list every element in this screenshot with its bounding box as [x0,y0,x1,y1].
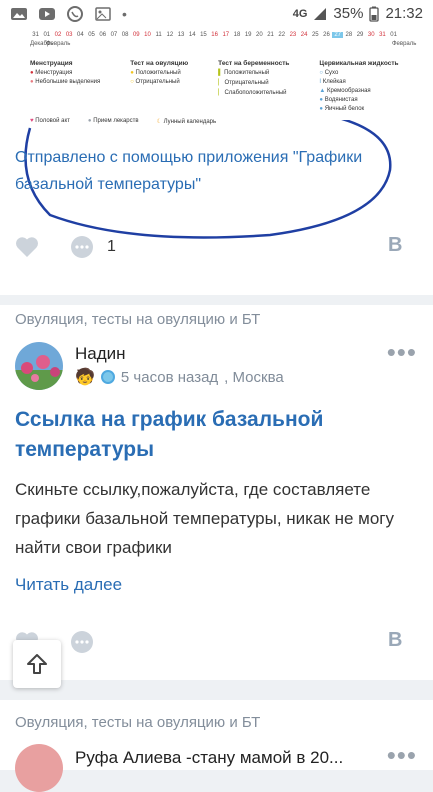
chart-image: 31 01 02 03 04 05 06 07 08 09 10 11 12 13 14 15 16 17 18 19… [0,30,433,130]
calendar-day: 23 [289,32,297,38]
calendar-day: 01 [390,32,397,38]
calendar-row: 31 01 02 03 04 05 06 07 08 09 10 11 12 13 14 15 16 17 18 19… [30,32,399,38]
calendar-day: 30 [367,32,375,38]
circle-outline-icon: ○ [130,79,134,85]
calendar-day: 11 [155,32,162,38]
legend-menstruation: Менструация ● Менструация ● Небольшие вы… [30,60,101,85]
calendar-day: 26 [323,32,330,38]
calendar-day: 09 [132,32,140,38]
calendar-day: 29 [356,32,364,38]
post-meta: 🧒 5 часов назад , Москва [75,367,284,387]
egg-white-icon: ● [319,106,324,112]
bar-icon: ▏ [218,90,223,96]
calendar-day: 18 [233,32,241,38]
gallery-icon [95,7,111,21]
post-title[interactable]: Ссылка на график базальной температуры [15,405,415,465]
avatar[interactable] [15,342,63,390]
legend-ovulation-test: Тест на овуляцию ● Положительный ○ Отриц… [130,60,189,85]
calendar-day: 15 [200,32,207,38]
viber-icon [67,6,83,22]
calendar-day: 24 [300,32,308,38]
calendar-day: 28 [345,32,353,38]
calendar-day: 03 [65,32,73,38]
calendar-day: 21 [267,32,274,38]
chart-legend: Менструация ● Менструация ● Небольшие вы… [30,60,399,115]
bar-icon: ▏ [218,80,223,86]
post-card-2: Овуляция, тесты на овуляцию и БТ Надин 🧒… [0,305,433,680]
arrow-up-icon [27,654,47,674]
legend-pregnancy-test: Тест на беременность ▌ Положительный ▏ О… [218,60,290,96]
calendar-day: 04 [77,32,84,38]
battery-percent: 35% [333,5,364,22]
comment-icon[interactable] [69,235,95,259]
drop-icon: ● [30,70,34,76]
calendar-day: 22 [278,32,286,38]
calendar-day: 27 [332,32,344,38]
circle-outline-icon: ○ [319,70,324,76]
calendar-day: 05 [88,32,95,38]
drop-icon: ● [30,79,34,85]
author-name[interactable]: Надин [75,344,126,364]
battery-icon [369,6,380,22]
read-more-link[interactable]: Читать далее [15,575,122,595]
creamy-icon: ▲ [319,88,326,94]
calendar-day: 08 [121,32,129,38]
post1-actions: 1 [15,235,116,259]
calendar-day: 10 [144,32,151,38]
calendar-day: 01 [43,32,51,38]
month-right-label: Февраль [392,41,417,47]
scroll-to-top-button[interactable] [13,640,61,688]
calendar-day: 06 [99,32,107,38]
watery-icon: ● [319,97,324,103]
post-location: , Москва [224,368,284,386]
sticky-icon: I [319,79,322,85]
clock: 21:32 [385,5,423,22]
more-options-icon[interactable]: ••• [387,337,417,368]
circle-icon: ● [130,70,134,76]
calendar-day: 16 [211,32,218,38]
calendar-day: 17 [222,32,230,38]
calendar-day: 31 [379,32,386,38]
like-heart-icon[interactable] [15,236,39,258]
network-label: 4G [292,7,308,20]
calendar-day: 19 [244,32,252,38]
avatar[interactable] [15,744,63,792]
comment-icon[interactable] [69,630,95,654]
more-options-icon[interactable]: ••• [387,740,417,771]
calendar-day: 13 [177,32,185,38]
bar-icon: ▌ [218,70,223,76]
avatar-flowers-image [15,342,63,390]
vk-share-icon[interactable]: B [388,234,402,257]
user-status-icon: 🧒 [75,369,95,386]
status-bar: • 4G 35% 21:32 [0,0,433,30]
post-card-1: Отправлено с помощью приложения "Графики… [0,120,433,295]
author-name[interactable]: Руфа Алиева -стану мамой в 20... [75,748,343,768]
calendar-day: 31 [32,32,39,38]
calendar-day: 07 [110,32,118,38]
comments-count: 1 [107,238,116,255]
post-category[interactable]: Овуляция, тесты на овуляцию и БТ [15,311,260,328]
post-time: 5 часов назад [120,368,219,386]
post-body: Скиньте ссылку,пожалуйста, где составляе… [15,480,395,557]
calendar-day: 02 [54,32,62,38]
status-left-icons: • [10,6,127,22]
legend-cervical-fluid: Цервикальная жидкость ○ Сухо I Клейкая ▲… [319,60,399,112]
calendar-day: 12 [166,32,174,38]
more-notifications-icon: • [122,6,127,22]
online-badge-icon [100,370,115,384]
calendar-day: 14 [188,32,196,38]
month-mid-label: Февраль [46,41,71,47]
calendar-day: 20 [256,32,263,38]
photos-icon [11,8,27,20]
sent-via-app-link[interactable]: Отправлено с помощью приложения "Графики… [15,144,395,198]
post-card-3: Овуляция, тесты на овуляцию и БТ Руфа Ал… [0,700,433,792]
post-category[interactable]: Овуляция, тесты на овуляцию и БТ [15,714,260,731]
signal-icon [314,7,327,20]
vk-share-icon[interactable]: B [388,629,402,652]
calendar-day: 25 [311,32,319,38]
status-right: 4G 35% 21:32 [293,5,423,22]
youtube-icon [39,8,55,20]
